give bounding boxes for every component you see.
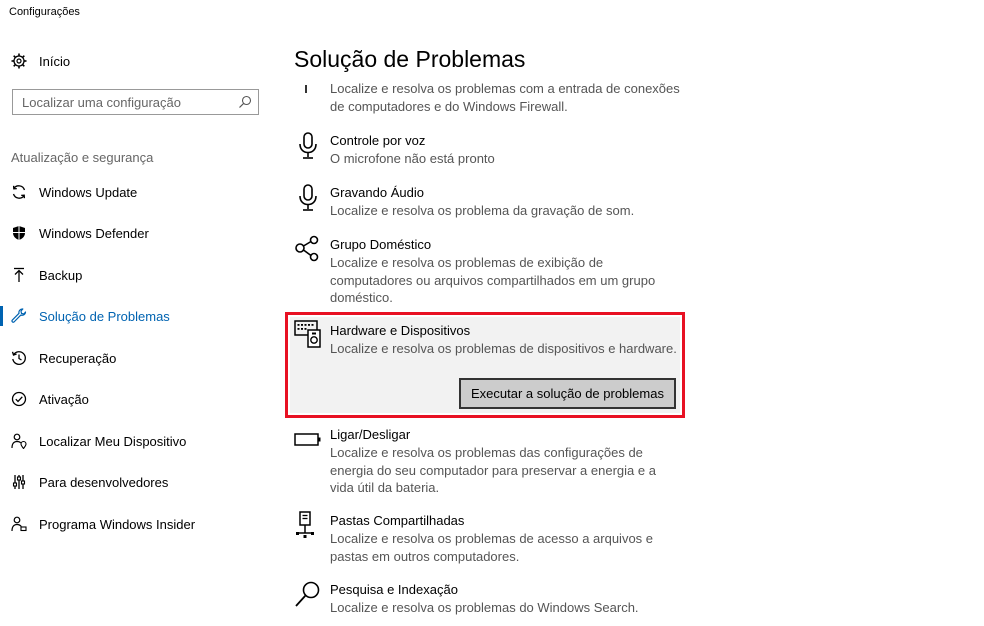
run-troubleshooter-button[interactable]: Executar a solução de problemas [459, 378, 676, 409]
sidebar: Início Atualização e segurança Windows U… [0, 0, 272, 626]
search-icon[interactable] [238, 95, 252, 109]
sidebar-item-windows-update[interactable]: Windows Update [0, 177, 272, 207]
sidebar-item-programa-windows-insider[interactable]: Programa Windows Insider [0, 509, 272, 539]
troubleshooter-title: Grupo Doméstico [330, 237, 432, 252]
wrench-icon [11, 308, 27, 324]
sidebar-item-label: Programa Windows Insider [39, 516, 196, 532]
troubleshooter-pesquisa-e-indexacao[interactable]: Pesquisa e Indexação Localize e resolva … [290, 580, 690, 620]
refresh-icon [11, 184, 27, 200]
troubleshooter-description: Localize e resolva os problemas das conf… [330, 445, 656, 495]
battery-icon [294, 426, 322, 454]
search-input[interactable] [22, 93, 227, 111]
troubleshooter-pastas-compartilhadas[interactable]: Pastas Compartilhadas Localize e resolva… [290, 511, 690, 566]
search-box[interactable] [12, 89, 259, 115]
insider-person-icon [11, 516, 27, 532]
sidebar-item-label: Windows Update [39, 184, 138, 200]
troubleshooter-description: Localize e resolva os problemas com a en… [330, 81, 680, 114]
troubleshooter-title: Pesquisa e Indexação [330, 582, 458, 597]
troubleshooter-title: Hardware e Dispositivos [330, 323, 471, 338]
troubleshooter-controle-por-voz[interactable]: Controle por voz O microfone não está pr… [290, 131, 690, 171]
sidebar-item-label: Para desenvolvedores [39, 474, 169, 490]
history-icon [11, 350, 27, 366]
sidebar-item-para-desenvolvedores[interactable]: Para desenvolvedores [0, 467, 272, 497]
page-title: Solução de Problemas [294, 46, 526, 72]
homegroup-icon [294, 235, 322, 263]
troubleshooter-description: Localize e resolva os problemas de exibi… [330, 255, 656, 305]
backup-arrow-icon [11, 267, 27, 283]
gear-icon [11, 53, 27, 69]
troubleshooter-title: Gravando Áudio [330, 185, 424, 200]
sidebar-item-backup[interactable]: Backup [0, 260, 272, 290]
search-icon [294, 581, 322, 609]
section-label: Atualização e segurança [11, 150, 154, 165]
hardware-devices-icon [294, 320, 322, 348]
shared-folders-icon [294, 511, 322, 539]
sidebar-item-ativacao[interactable]: Ativação [0, 384, 272, 414]
person-location-icon [11, 433, 27, 449]
sidebar-item-label: Windows Defender [39, 225, 149, 241]
microphone-icon [294, 184, 322, 212]
sidebar-item-localizar-meu-dispositivo[interactable]: Localizar Meu Dispositivo [0, 426, 272, 456]
troubleshooter-title: Pastas Compartilhadas [330, 513, 465, 528]
sidebar-item-label: Backup [39, 267, 83, 283]
sidebar-item-windows-defender[interactable]: Windows Defender [0, 218, 272, 248]
troubleshooter-grupo-domestico[interactable]: Grupo Doméstico Localize e resolva os pr… [290, 235, 690, 305]
shield-icon [11, 225, 27, 241]
home-label: Início [39, 53, 71, 69]
troubleshooter-firewall[interactable]: Localize e resolva os problemas com a en… [290, 80, 690, 120]
sidebar-item-recuperacao[interactable]: Recuperação [0, 343, 272, 373]
troubleshooter-gravando-audio[interactable]: Gravando Áudio Localize e resolva os pro… [290, 183, 690, 223]
troubleshooter-description: Localize e resolva os problemas de acess… [330, 531, 654, 564]
microphone-icon [294, 132, 322, 160]
home-nav-item[interactable]: Início [0, 46, 272, 76]
sidebar-item-label: Localizar Meu Dispositivo [39, 433, 187, 449]
sidebar-item-solucao-de-problemas[interactable]: Solução de Problemas [0, 301, 272, 331]
troubleshooter-description: Localize e resolva os problemas de dispo… [330, 341, 677, 356]
troubleshooter-description: Localize e resolva os problema da gravaç… [330, 203, 635, 218]
troubleshooter-title: Controle por voz [330, 133, 426, 148]
developer-sliders-icon [11, 474, 27, 490]
check-circle-icon [11, 391, 27, 407]
troubleshooter-title: Ligar/Desligar [330, 427, 411, 442]
sidebar-item-label: Recuperação [39, 350, 117, 366]
sidebar-item-label: Ativação [39, 391, 89, 407]
troubleshooter-description: Localize e resolva os problemas do Windo… [330, 600, 639, 615]
troubleshooter-ligar-desligar[interactable]: Ligar/Desligar Localize e resolva os pro… [290, 425, 690, 495]
troubleshooter-description: O microfone não está pronto [330, 151, 495, 166]
sidebar-item-label: Solução de Problemas [39, 308, 170, 324]
